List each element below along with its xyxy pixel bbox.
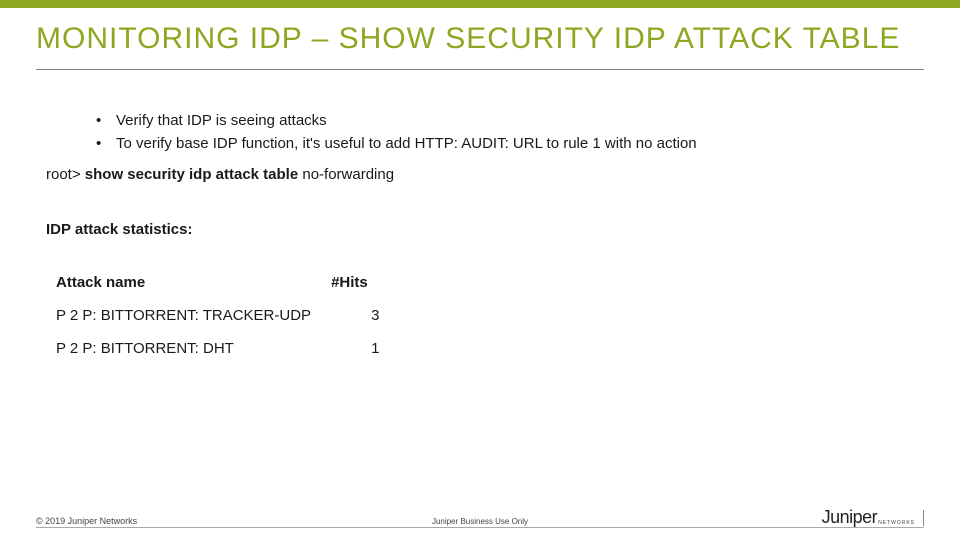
copyright-text: © 2019 Juniper Networks	[36, 516, 137, 526]
cell-hits: 3	[331, 299, 399, 332]
cli-command: root> show security idp attack table no-…	[46, 166, 924, 183]
cli-bold: show security idp attack table	[85, 166, 298, 183]
cli-suffix: no-forwarding	[298, 166, 394, 183]
bullet-item: Verify that IDP is seeing attacks	[96, 110, 924, 131]
accent-bar	[0, 0, 960, 8]
footer-divider	[36, 527, 924, 528]
cli-prompt: root>	[46, 166, 85, 183]
logo-wordmark: Juniper	[822, 507, 878, 528]
table-row: P 2 P: BITTORRENT: DHT 1	[56, 332, 399, 365]
slide-body: MONITORING IDP – SHOW SECURITY IDP ATTAC…	[0, 8, 960, 365]
classification-text: Juniper Business Use Only	[432, 517, 528, 526]
title-divider	[36, 69, 924, 70]
slide-title: MONITORING IDP – SHOW SECURITY IDP ATTAC…	[36, 22, 924, 57]
juniper-logo: Juniper NETWORKS	[822, 507, 924, 528]
cell-hits: 1	[331, 332, 399, 365]
table-header-row: Attack name #Hits	[56, 266, 399, 299]
logo-separator	[923, 510, 924, 526]
col-header-name: Attack name	[56, 266, 331, 299]
stats-heading: IDP attack statistics:	[46, 221, 924, 238]
bullet-list: Verify that IDP is seeing attacks To ver…	[96, 110, 924, 154]
cell-attack-name: P 2 P: BITTORRENT: DHT	[56, 332, 331, 365]
logo-subtext: NETWORKS	[878, 520, 915, 526]
attack-table: Attack name #Hits P 2 P: BITTORRENT: TRA…	[56, 266, 399, 365]
bullet-item: To verify base IDP function, it's useful…	[96, 133, 924, 154]
col-header-hits: #Hits	[331, 266, 399, 299]
cell-attack-name: P 2 P: BITTORRENT: TRACKER-UDP	[56, 299, 331, 332]
table-row: P 2 P: BITTORRENT: TRACKER-UDP 3	[56, 299, 399, 332]
footer: © 2019 Juniper Networks Juniper Business…	[0, 527, 960, 532]
